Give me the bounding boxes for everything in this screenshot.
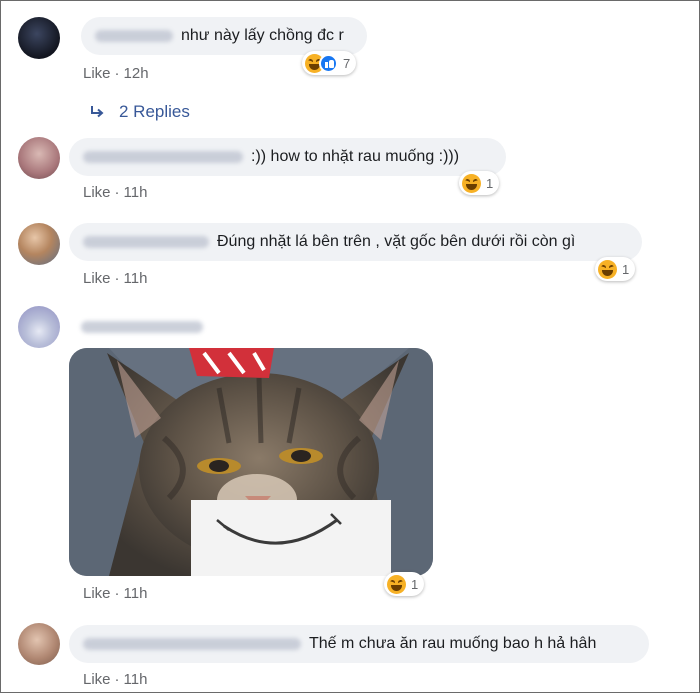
comment-actions: Like · 12h (83, 65, 149, 82)
comment-bubble: :)) how to nhặt rau muống :))) (69, 138, 506, 176)
like-link[interactable]: Like (83, 270, 111, 287)
like-link[interactable]: Like (83, 671, 111, 688)
reaction-count: 1 (411, 576, 419, 592)
like-link[interactable]: Like (83, 65, 111, 82)
commenter-name-blurred[interactable] (81, 321, 203, 333)
haha-icon (387, 574, 406, 594)
like-reaction-icon (319, 53, 338, 73)
reaction-summary[interactable]: 7 (302, 51, 357, 75)
comment-time[interactable]: 12h (124, 65, 149, 82)
comment-bubble: như này lấy chồng đc r (81, 17, 367, 55)
cat-photo (69, 348, 433, 576)
haha-icon (598, 259, 617, 279)
comment-actions: Like · 11h (83, 270, 148, 287)
reaction-count: 7 (343, 55, 351, 71)
comment-actions: Like · 11h (83, 585, 148, 602)
comment-text: Thế m chưa ăn rau muống bao h hả hâh (309, 635, 597, 652)
reaction-count: 1 (486, 175, 494, 191)
reaction-summary[interactable]: 1 (384, 572, 425, 596)
comment-text: như này lấy chồng đc r (181, 27, 344, 44)
comment-actions: Like · 11h (83, 184, 148, 201)
commenter-name-blurred[interactable] (83, 151, 243, 163)
commenter-name-blurred[interactable] (95, 30, 173, 42)
comment-text: :)) how to nhặt rau muống :))) (251, 148, 460, 165)
reaction-count: 1 (622, 261, 630, 277)
commenter-name-blurred[interactable] (83, 638, 301, 650)
comment-photo[interactable] (69, 348, 433, 576)
comment-bubble: Thế m chưa ăn rau muống bao h hả hâh (69, 625, 649, 663)
like-link[interactable]: Like (83, 184, 111, 201)
comment-actions: Like · 11h (83, 671, 148, 688)
replies-label: 2 Replies (119, 102, 190, 121)
comment-time[interactable]: 11h (124, 671, 148, 688)
avatar[interactable] (18, 306, 60, 348)
comment-bubble: Đúng nhặt lá bên trên , vặt gốc bên dưới… (69, 223, 642, 261)
comment-text: Đúng nhặt lá bên trên , vặt gốc bên dưới… (217, 233, 576, 250)
avatar[interactable] (18, 223, 60, 265)
reaction-summary[interactable]: 1 (595, 257, 636, 281)
reaction-summary[interactable]: 1 (459, 171, 500, 195)
screenshot-frame: như này lấy chồng đc r 7 Like · 12h 2 Repl… (0, 0, 700, 693)
avatar[interactable] (18, 137, 60, 179)
commenter-name-blurred[interactable] (83, 236, 209, 248)
comment-time[interactable]: 11h (124, 184, 148, 201)
comment-time[interactable]: 11h (124, 270, 148, 287)
haha-icon (462, 173, 481, 193)
view-replies-link[interactable]: 2 Replies (89, 102, 190, 122)
reply-arrow-icon (91, 106, 104, 118)
comment-time[interactable]: 11h (124, 585, 148, 602)
avatar[interactable] (18, 17, 60, 59)
avatar[interactable] (18, 623, 60, 665)
like-link[interactable]: Like (83, 585, 111, 602)
